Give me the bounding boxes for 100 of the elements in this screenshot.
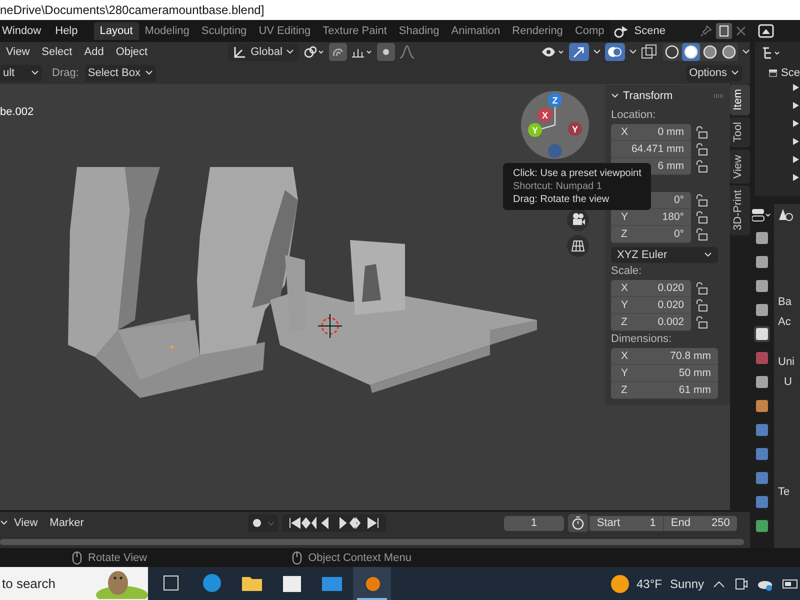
shading-mode-icon[interactable] (720, 43, 738, 61)
axes-icon (232, 45, 247, 59)
expand-arrow-icon[interactable] (793, 138, 799, 145)
number-field[interactable]: Z 0° (611, 226, 691, 243)
mode-dropdown[interactable]: ult (0, 64, 42, 82)
sidebar-tab[interactable]: Tool (730, 117, 750, 148)
proportional-edit-icon[interactable] (377, 43, 396, 61)
visibility-icon[interactable] (541, 45, 565, 59)
workspace-tab[interactable]: Animation (445, 22, 506, 40)
number-field[interactable]: Y 50 mm (611, 365, 718, 382)
menu-item[interactable]: Select (42, 46, 72, 58)
expand-arrow-icon[interactable] (793, 84, 799, 91)
workspace-tab[interactable]: Layout (94, 22, 139, 40)
expand-arrow-icon[interactable] (793, 174, 799, 181)
number-field[interactable]: Z 61 mm (611, 382, 718, 399)
unlock-icon[interactable] (695, 316, 708, 329)
device-icon[interactable] (734, 576, 748, 590)
drag-dropdown[interactable]: Select Box (84, 64, 156, 82)
unlock-icon[interactable] (695, 194, 708, 207)
view-layer-icon[interactable] (758, 24, 774, 38)
unlock-icon[interactable] (695, 160, 708, 173)
workspace-tab[interactable]: Texture Paint (316, 22, 393, 40)
number-field[interactable]: Z 0.002 (611, 314, 691, 331)
playback-controls-icon[interactable] (282, 514, 386, 532)
axis-dot[interactable] (528, 123, 542, 137)
overlay-toggle-icon[interactable] (605, 43, 625, 61)
unlock-icon[interactable] (695, 143, 708, 156)
unlock-icon[interactable] (695, 211, 708, 224)
sidebar-tab[interactable]: Item (730, 84, 750, 116)
axis-lines (540, 106, 556, 130)
caret-icon[interactable] (742, 49, 750, 55)
expand-arrow-icon[interactable] (793, 120, 799, 127)
number-field[interactable]: X 70.8 mm (611, 348, 718, 365)
workspace-tab[interactable]: Modeling (138, 22, 196, 40)
group-label: Location: (611, 108, 657, 123)
end-frame-field[interactable]: End 250 (662, 516, 737, 530)
unlock-icon[interactable] (695, 282, 708, 295)
grid-icon[interactable] (567, 235, 589, 257)
start-frame-field[interactable]: Start 1 (588, 516, 663, 530)
sidebar-tab[interactable]: View (730, 150, 750, 184)
collapse-icon[interactable] (611, 93, 619, 99)
number-field[interactable]: X 0.020 (611, 280, 691, 297)
number-field[interactable]: X 0 mm (611, 124, 691, 141)
outliner-item[interactable]: Sce (781, 67, 800, 79)
menu-item[interactable]: View (14, 517, 38, 529)
panel-title[interactable]: Transform (623, 90, 673, 102)
axis-dot[interactable] (548, 144, 562, 158)
unlock-icon[interactable] (695, 299, 708, 312)
shading-mode-icon[interactable] (682, 43, 700, 61)
search-field[interactable]: to search (0, 567, 148, 600)
shading-mode-icon[interactable] (701, 43, 719, 61)
falloff-icon[interactable] (399, 45, 416, 59)
workspace-tab[interactable]: Shading (392, 22, 446, 40)
caret-icon (704, 252, 712, 258)
current-frame-field[interactable]: 1 (504, 516, 564, 530)
timeline-scrollbar[interactable] (0, 539, 744, 545)
menu-item[interactable]: Add (84, 46, 104, 58)
options-dropdown[interactable]: Options (686, 64, 742, 82)
number-field[interactable]: 64.471 mm (611, 141, 691, 158)
workspace-tab[interactable]: UV Editing (252, 22, 317, 40)
copy-icon[interactable] (716, 23, 732, 39)
gizmo-toggle-icon[interactable] (569, 43, 589, 61)
pivot-icon[interactable] (303, 45, 326, 59)
number-field[interactable]: Y 0.020 (611, 297, 691, 314)
expand-arrow-icon[interactable] (793, 102, 799, 109)
axis-dot[interactable] (548, 93, 562, 107)
axis-dot[interactable] (568, 122, 582, 136)
pin-icon[interactable] (700, 25, 712, 37)
shading-mode-icon[interactable] (663, 43, 681, 61)
stopwatch-icon[interactable] (568, 514, 588, 532)
sidebar-tab[interactable]: 3D-Print (730, 185, 750, 236)
snap-icon[interactable] (329, 43, 348, 61)
camera-icon[interactable] (567, 209, 589, 231)
record-icon[interactable] (248, 514, 278, 532)
unlock-icon[interactable] (695, 228, 708, 241)
workspace-tab[interactable]: Rendering (506, 22, 569, 40)
drag-handle-icon[interactable] (714, 94, 724, 98)
unlock-icon[interactable] (695, 126, 708, 139)
orientation-dropdown[interactable]: Global (228, 43, 300, 61)
axis-dot[interactable] (538, 108, 552, 122)
workspace-tab[interactable]: Sculpting (195, 22, 253, 40)
3d-cursor-icon (318, 314, 342, 338)
xray-icon[interactable] (641, 44, 657, 60)
workspace-tab[interactable]: Comp (568, 22, 610, 40)
menu-item[interactable]: Help (53, 25, 78, 37)
battery-icon[interactable] (782, 578, 800, 588)
expand-arrow-icon[interactable] (793, 156, 799, 163)
caret-icon[interactable] (629, 49, 637, 55)
chevron-up-icon[interactable] (713, 580, 725, 588)
menu-item[interactable]: Object (116, 46, 148, 58)
caret-icon[interactable] (0, 520, 8, 526)
caret-icon[interactable] (593, 49, 601, 55)
object-data-icon[interactable] (778, 208, 794, 222)
navigation-gizmo[interactable]: Z X Y Y (520, 90, 590, 160)
menu-item[interactable]: Window (0, 25, 42, 37)
close-icon[interactable] (736, 26, 746, 36)
menu-item[interactable]: Marker (50, 517, 84, 529)
menu-item[interactable]: View (6, 46, 30, 58)
editor-type-icon[interactable] (752, 208, 772, 222)
rotation-mode-dropdown[interactable]: XYZ Euler (611, 247, 718, 263)
